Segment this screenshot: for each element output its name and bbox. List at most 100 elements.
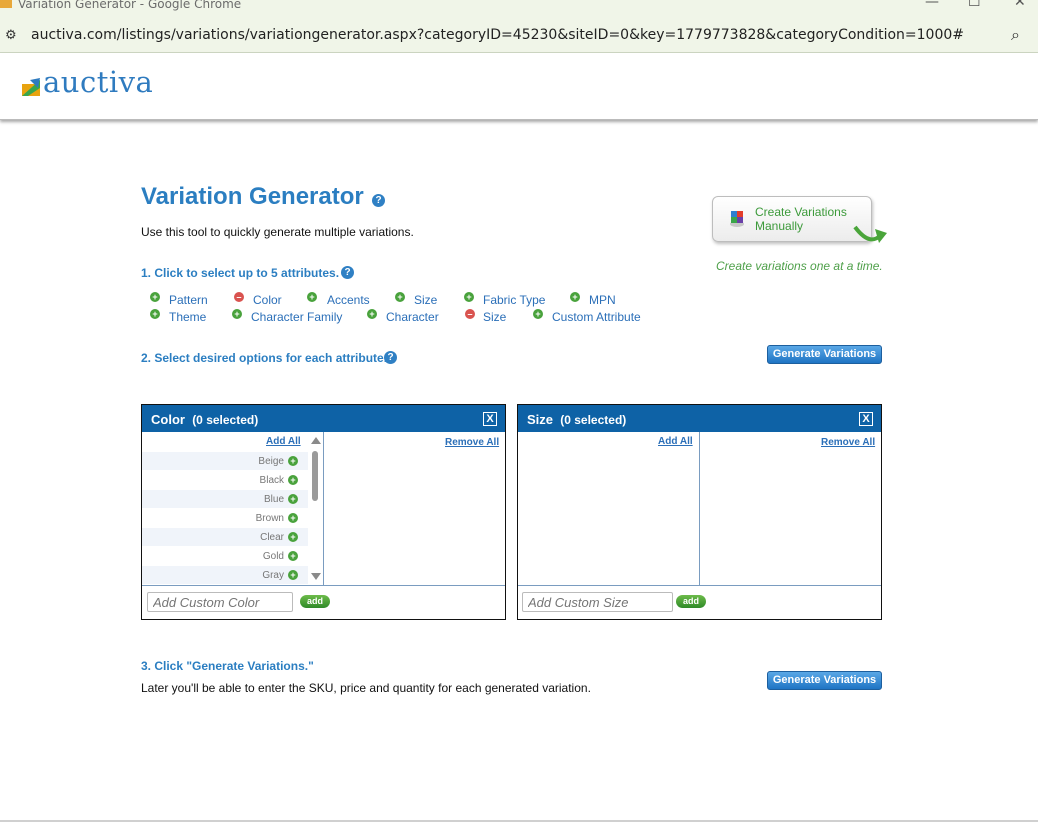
size-panel-title: Size [527,412,554,427]
list-item[interactable]: Brown + [142,509,308,527]
zoom-icon[interactable]: ⌕ [1011,25,1020,45]
option-label: Gray [262,570,284,581]
favicon-icon [0,0,12,8]
color-remove-all-link[interactable]: Remove All [445,437,499,448]
size-selected-count: (0 selected) [560,413,627,427]
attribute-pattern[interactable]: Pattern [169,293,208,307]
remove-icon[interactable]: – [234,292,244,302]
create-variations-label: Create Variations Manually [755,205,847,233]
size-available-list: Add All [518,432,700,585]
list-item[interactable]: Clear + [142,528,308,546]
attribute-accents[interactable]: Accents [327,293,370,307]
size-panel-header: Size (0 selected) X [518,405,881,432]
color-panel-close-button[interactable]: X [483,412,497,426]
custom-size-input[interactable] [522,592,673,612]
intro-text: Use this tool to quickly generate multip… [141,225,414,239]
list-item[interactable]: Beige + [142,452,308,470]
add-icon[interactable]: + [367,309,377,319]
add-custom-size-button[interactable]: add [676,595,706,608]
remove-icon[interactable]: – [465,309,475,319]
step3-note: Later you'll be able to enter the SKU, p… [141,681,591,695]
address-bar: ⚙ auctiva.com/listings/variations/variat… [0,20,1038,52]
color-selected-count: (0 selected) [192,413,259,427]
add-icon[interactable]: + [288,475,298,485]
window-title: Variation Generator - Google Chrome [18,0,242,11]
generate-variations-button-top[interactable]: Generate Variations [767,345,882,364]
attribute-mpn[interactable]: MPN [589,293,616,307]
site-info-icon[interactable]: ⚙ [5,28,17,43]
attribute-color[interactable]: Color [253,293,282,307]
add-icon[interactable]: + [288,570,298,580]
size-panel-close-button[interactable]: X [859,412,873,426]
option-label: Black [259,475,284,486]
create-variations-note: Create variations one at a time. [716,259,883,273]
maximize-button[interactable]: ☐ [968,0,981,10]
attribute-size-2[interactable]: Size [483,310,506,324]
add-icon[interactable]: + [288,551,298,561]
browser-titlebar: Variation Generator - Google Chrome — ☐ … [0,0,1038,20]
auctiva-logo-icon [22,78,40,96]
site-header: auctiva [0,53,1038,120]
color-available-list: Add All Beige + Black + Blue + Brown + Clear… [142,432,324,585]
logo-text: auctiva [43,65,154,99]
add-icon[interactable]: + [288,532,298,542]
add-icon[interactable]: + [464,292,474,302]
custom-color-input[interactable] [147,592,293,612]
list-item[interactable]: Black + [142,471,308,489]
add-icon[interactable]: + [395,292,405,302]
generate-variations-button-bottom[interactable]: Generate Variations [767,671,882,690]
add-icon[interactable]: + [533,309,543,319]
list-item[interactable]: Gray + [142,566,308,584]
size-selected-list: Remove All [700,432,881,585]
step2-heading: 2. Select desired options for each attri… [141,351,388,365]
add-icon[interactable]: + [288,513,298,523]
size-add-all-link[interactable]: Add All [658,436,693,447]
option-label: Brown [255,513,284,524]
url-field[interactable]: auctiva.com/listings/variations/variatio… [31,27,964,43]
option-label: Gold [262,551,284,562]
attribute-fabric-type[interactable]: Fabric Type [483,293,545,307]
attribute-custom[interactable]: Custom Attribute [552,310,641,324]
size-remove-all-link[interactable]: Remove All [821,437,875,448]
attribute-character-family[interactable]: Character Family [251,310,342,324]
title-help-icon[interactable]: ? [372,194,385,207]
color-panel-footer: add [142,585,505,620]
size-panel-footer: add [518,585,881,620]
add-icon[interactable]: + [232,309,242,319]
attribute-size[interactable]: Size [414,293,437,307]
color-selected-list: Remove All [324,432,505,585]
list-item[interactable]: Gold + [142,547,308,565]
step1-help-icon[interactable]: ? [341,266,354,279]
step2-help-icon[interactable]: ? [384,351,397,364]
scroll-up-icon[interactable] [311,437,321,444]
scroll-down-icon[interactable] [311,573,321,580]
page-title: Variation Generator [141,183,364,210]
size-panel: Size (0 selected) X Add All Remove All a… [517,404,882,620]
add-icon[interactable]: + [288,494,298,504]
cube-icon [730,211,744,227]
option-label: Blue [263,494,284,505]
add-icon[interactable]: + [288,456,298,466]
add-icon[interactable]: + [307,292,317,302]
attribute-theme[interactable]: Theme [169,310,206,324]
color-panel-title: Color [151,412,185,427]
option-label: Clear [260,532,284,543]
attribute-character[interactable]: Character [386,310,439,324]
color-list-scrollbar[interactable] [309,432,322,585]
create-variations-manually-button[interactable]: Create Variations Manually [712,196,887,243]
step1-heading: 1. Click to select up to 5 attributes. [141,266,340,280]
color-panel: Color (0 selected) X Add All Beige + Blac… [141,404,506,620]
curved-arrow-icon [853,225,887,243]
color-add-all-link[interactable]: Add All [266,436,301,447]
add-icon[interactable]: + [150,292,160,302]
list-item[interactable]: Blue + [142,490,308,508]
add-icon[interactable]: + [570,292,580,302]
step3-heading: 3. Click "Generate Variations." [141,659,314,673]
add-custom-color-button[interactable]: add [300,595,330,608]
add-icon[interactable]: + [150,309,160,319]
color-panel-header: Color (0 selected) X [142,405,505,432]
option-label: Beige [258,456,284,467]
scroll-thumb[interactable] [312,451,318,501]
close-button[interactable]: ✕ [1014,0,1026,10]
minimize-button[interactable]: — [925,0,939,10]
